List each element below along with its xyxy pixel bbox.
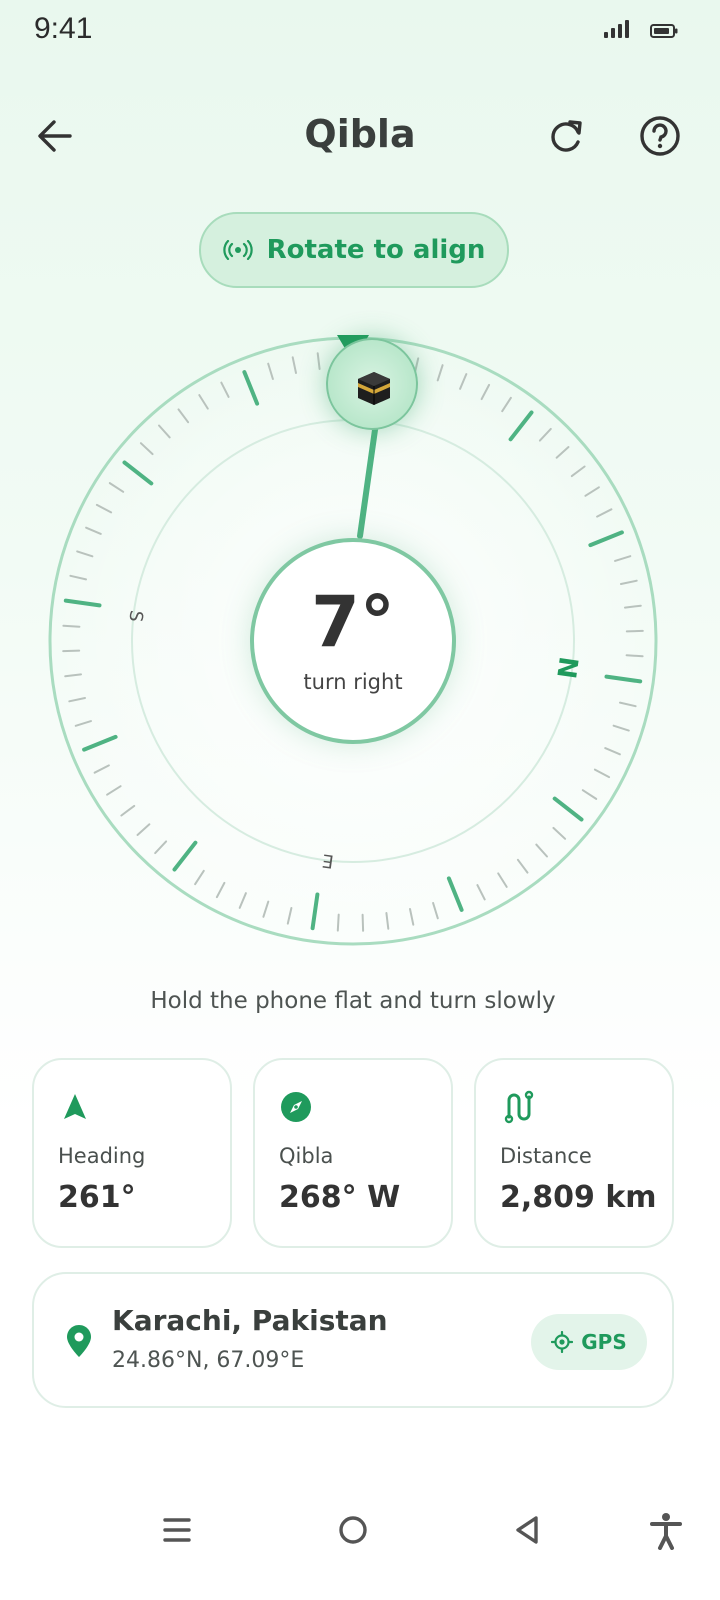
distance-card: Distance 2,809 km xyxy=(474,1058,674,1248)
qibla-card: Qibla 268° W xyxy=(253,1058,453,1248)
compass-minor-tick xyxy=(361,913,365,932)
battery-icon xyxy=(650,24,678,38)
rotate-to-align-label: Rotate to align xyxy=(266,235,486,265)
route-icon xyxy=(504,1090,534,1124)
location-coordinates: 24.86°N, 67.09°E xyxy=(112,1348,305,1373)
help-circle-icon xyxy=(640,116,680,156)
gps-label: GPS xyxy=(581,1330,627,1354)
accessibility-icon[interactable] xyxy=(646,1510,686,1550)
system-nav-bar xyxy=(0,1500,720,1560)
app-bar: Qibla xyxy=(0,96,720,176)
stat-value: 2,809 km xyxy=(500,1180,657,1215)
kaaba-icon xyxy=(358,372,390,405)
rotate-to-align-badge: Rotate to align xyxy=(199,212,509,288)
kaaba-marker xyxy=(326,338,418,430)
help-button[interactable] xyxy=(634,110,686,162)
instruction-text: Hold the phone flat and turn slowly xyxy=(150,988,556,1014)
navigation-arrow-icon xyxy=(64,1094,86,1119)
compass-icon xyxy=(281,1092,311,1122)
stat-value: 268° W xyxy=(279,1180,401,1215)
home-icon[interactable] xyxy=(333,1510,373,1550)
gps-button[interactable]: GPS xyxy=(531,1314,647,1370)
broadcast-icon xyxy=(222,240,253,260)
signal-icon xyxy=(604,20,629,38)
back-nav-icon[interactable] xyxy=(508,1510,548,1550)
compass-minor-tick xyxy=(625,654,644,658)
stat-value: 261° xyxy=(58,1180,136,1215)
compass-minor-tick xyxy=(336,913,340,932)
refresh-icon xyxy=(551,120,582,152)
refresh-button[interactable] xyxy=(540,110,592,162)
crosshair-icon xyxy=(551,1331,574,1353)
heading-card: Heading 261° xyxy=(32,1058,232,1248)
stat-label: Distance xyxy=(500,1144,592,1168)
compass-minor-tick xyxy=(625,629,644,633)
compass-minor-tick xyxy=(62,624,81,628)
status-bar: 9:41 xyxy=(0,0,720,64)
turn-hint: turn right xyxy=(303,670,403,694)
location-name: Karachi, Pakistan xyxy=(112,1304,388,1337)
location-pin-icon xyxy=(67,1325,91,1357)
stat-label: Qibla xyxy=(279,1144,334,1168)
location-card: Karachi, Pakistan 24.86°N, 67.09°E GPS xyxy=(32,1272,674,1408)
cardinal-n: N xyxy=(553,655,586,681)
status-time: 9:41 xyxy=(34,12,93,45)
stat-label: Heading xyxy=(58,1144,146,1168)
recent-apps-icon[interactable] xyxy=(157,1510,197,1550)
qibla-compass: N S E W 7° turn right xyxy=(0,300,720,980)
turn-indicator: 7° turn right xyxy=(250,538,456,744)
compass-minor-tick xyxy=(62,649,81,653)
turn-degrees: 7° xyxy=(311,581,395,663)
page-title: Qibla xyxy=(304,112,416,156)
